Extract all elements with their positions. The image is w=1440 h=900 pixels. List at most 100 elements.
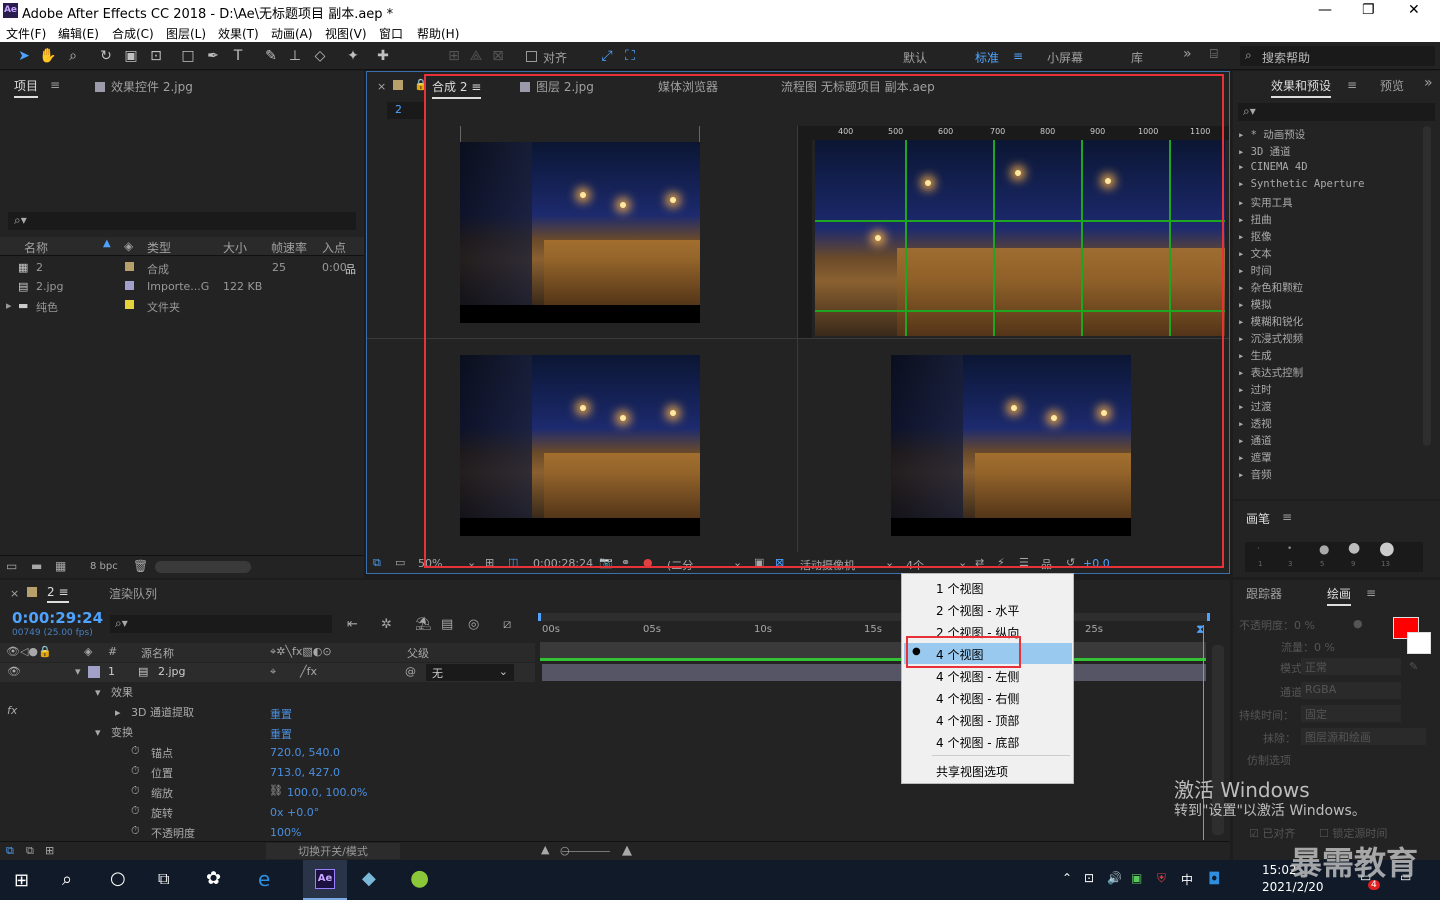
menu-edit[interactable]: 编辑(E)	[58, 25, 99, 42]
timeline-icon[interactable]: ☰	[1019, 556, 1029, 569]
nvidia-icon[interactable]: ▣	[1131, 871, 1142, 885]
network-icon[interactable]: ⊡	[1084, 871, 1094, 885]
effect-category[interactable]: ▸ 沉浸式视频	[1238, 331, 1303, 346]
time-ruler[interactable]: 00s 05s 10s 15s 20s 25s	[538, 622, 1210, 640]
menu-help[interactable]: 帮助(H)	[417, 25, 459, 42]
ie-icon[interactable]: e	[258, 867, 270, 891]
col-in[interactable]: 入点	[322, 239, 346, 256]
selection-tool-icon[interactable]: ➤	[14, 46, 34, 66]
expand-arrow-icon[interactable]: ▸	[6, 299, 12, 312]
fx-switch-icon[interactable]: ╱fx	[300, 665, 317, 678]
view-bottom-right-image[interactable]	[891, 355, 1131, 518]
graph-editor-icon[interactable]: ⧄	[503, 617, 511, 632]
workspace-library[interactable]: 库	[1131, 49, 1143, 66]
effect-category[interactable]: ▸ 杂色和颗粒	[1238, 280, 1303, 295]
effect-category[interactable]: ▸ 文本	[1238, 246, 1272, 261]
effect-category[interactable]: ▸ * 动画预设	[1238, 127, 1305, 142]
roto-brush-tool-icon[interactable]: ✦	[343, 46, 363, 66]
effect-category[interactable]: ▸ 遮罩	[1238, 450, 1272, 465]
axis-local-icon[interactable]: ⊞	[444, 46, 464, 66]
pressure-icon[interactable]: ●	[1353, 617, 1363, 630]
link-icon[interactable]: ⛓	[269, 784, 283, 797]
pinned-app-icon[interactable]: ◆	[362, 868, 376, 889]
effect-category[interactable]: ▸ 通道	[1238, 433, 1272, 448]
camera-tool-icon[interactable]: ▣	[121, 46, 141, 66]
zoom-out-icon[interactable]: ▲	[541, 843, 549, 856]
close-tab-icon[interactable]: ×	[10, 587, 19, 600]
effects-group[interactable]: ▾ 效果	[95, 684, 133, 700]
current-time[interactable]: 0;00;28;24	[533, 557, 593, 570]
tab-composition[interactable]: 合成 2 ≡	[432, 78, 482, 99]
workspace-default[interactable]: 默认	[903, 49, 927, 66]
interpret-footage-icon[interactable]: ▭	[6, 559, 17, 573]
thumbnail-scrollbar[interactable]	[155, 561, 251, 573]
color-channels-icon[interactable]: ●	[643, 556, 653, 569]
paint-flow[interactable]: 流量：0 %	[1281, 639, 1335, 655]
axis-view-icon[interactable]: ⊠	[488, 46, 508, 66]
more-workspaces-icon[interactable]: »	[1183, 46, 1192, 62]
close-button[interactable]: ✕	[1408, 2, 1420, 18]
position-value[interactable]: 713.0, 427.0	[270, 766, 340, 779]
shy-switch-icon[interactable]: ⌖	[270, 665, 276, 679]
pinned-app-icon[interactable]: ✿	[206, 868, 221, 889]
region-of-interest-icon[interactable]: ▣	[754, 556, 764, 569]
paint-mode-dropdown[interactable]: 正常	[1301, 658, 1401, 675]
transparency-grid-icon[interactable]: ⊠	[775, 556, 784, 569]
task-view-icon[interactable]: ⧉	[158, 869, 169, 889]
fast-preview-icon[interactable]: ⚡	[997, 556, 1005, 569]
project-item-comp[interactable]: ▦ 2 合成 25 0:00 品	[0, 258, 360, 277]
close-tab-icon[interactable]: ×	[377, 80, 386, 93]
tab-effect-controls[interactable]: 效果控件 2.jpg	[95, 78, 193, 95]
menu-item-share-view-options[interactable]: 共享视图选项	[936, 763, 1008, 780]
timeline-search-input[interactable]: ⌕▾	[110, 615, 332, 633]
stopwatch-icon[interactable]: ⏱	[131, 744, 140, 758]
comp-navigator-tab[interactable]: 2	[387, 102, 425, 119]
restore-icon[interactable]: ❐	[1362, 2, 1375, 18]
parent-dropdown[interactable]: 无 ⌄	[426, 664, 514, 681]
viewer-area[interactable]: 400 500 600 700 800 900 1000 1100	[367, 126, 1229, 552]
taskbar-ae-button[interactable]: Ae	[303, 860, 347, 900]
tab-timeline-comp[interactable]: 2 ≡	[47, 585, 69, 603]
motion-blur-icon[interactable]: ◎	[468, 617, 479, 632]
pen-tool-icon[interactable]: ✒	[203, 46, 223, 66]
stopwatch-icon[interactable]: ⏱	[131, 804, 140, 818]
layer-label-swatch[interactable]	[88, 666, 100, 678]
col-fps[interactable]: 帧速率	[271, 239, 307, 256]
aligned-checkbox[interactable]: ☑ 已对齐	[1249, 825, 1295, 841]
volume-icon[interactable]: 🔊	[1107, 871, 1122, 885]
menu-item-4-views-left[interactable]: 4 个视图 - 左侧	[936, 668, 1019, 685]
menu-window[interactable]: 窗口	[379, 25, 403, 42]
effect-category[interactable]: ▸ 音频	[1238, 467, 1272, 482]
menu-animation[interactable]: 动画(A)	[271, 25, 313, 42]
brush-presets[interactable]: · • ● ● ● 1 3 5 9 13	[1245, 538, 1423, 572]
exposure-value[interactable]: +0.0	[1083, 557, 1110, 570]
trash-icon[interactable]: 🗑	[133, 559, 148, 573]
effect-category[interactable]: ▸ 生成	[1238, 348, 1272, 363]
panel-menu-icon[interactable]: ≡	[1347, 78, 1357, 92]
qq-icon[interactable]: ◘	[1208, 869, 1221, 888]
view-top-left-image[interactable]	[460, 142, 700, 305]
new-folder-icon[interactable]: ▬	[31, 559, 42, 573]
toggle-switches-modes-button[interactable]: 切换开关/模式	[266, 843, 400, 859]
paint-duration-dropdown[interactable]: 固定	[1301, 705, 1401, 722]
tab-render-queue[interactable]: 渲染队列	[109, 585, 157, 602]
workspace-standard[interactable]: 标准	[975, 49, 999, 66]
effect-category[interactable]: ▸ 过渡	[1238, 399, 1272, 414]
frame-blending-icon[interactable]: ▤	[441, 617, 453, 632]
timecode[interactable]: 0:00:29:24	[12, 609, 103, 627]
effect-category[interactable]: ▸ 模拟	[1238, 297, 1272, 312]
zoom-slider-thumb-icon[interactable]: ○	[560, 844, 570, 857]
flowchart-icon[interactable]: 品	[1041, 556, 1052, 572]
puppet-tool-icon[interactable]: ✚	[373, 46, 393, 66]
project-search-input[interactable]: ⌕▾	[8, 212, 356, 230]
pinned-app-icon[interactable]: ●	[410, 866, 429, 891]
new-comp-icon[interactable]: ▦	[55, 559, 66, 573]
chevron-up-icon[interactable]: ⌃	[1062, 871, 1072, 885]
security-icon[interactable]: ⛨	[1157, 871, 1166, 886]
layer-switches-icon[interactable]: ⧉	[6, 844, 14, 858]
col-type[interactable]: 类型	[147, 239, 171, 256]
brush-tool-icon[interactable]: ✎	[261, 46, 281, 66]
col-parent[interactable]: 父级	[407, 645, 429, 661]
menu-file[interactable]: 文件(F)	[6, 25, 46, 42]
panel-menu-icon[interactable]: ≡	[1366, 586, 1376, 600]
